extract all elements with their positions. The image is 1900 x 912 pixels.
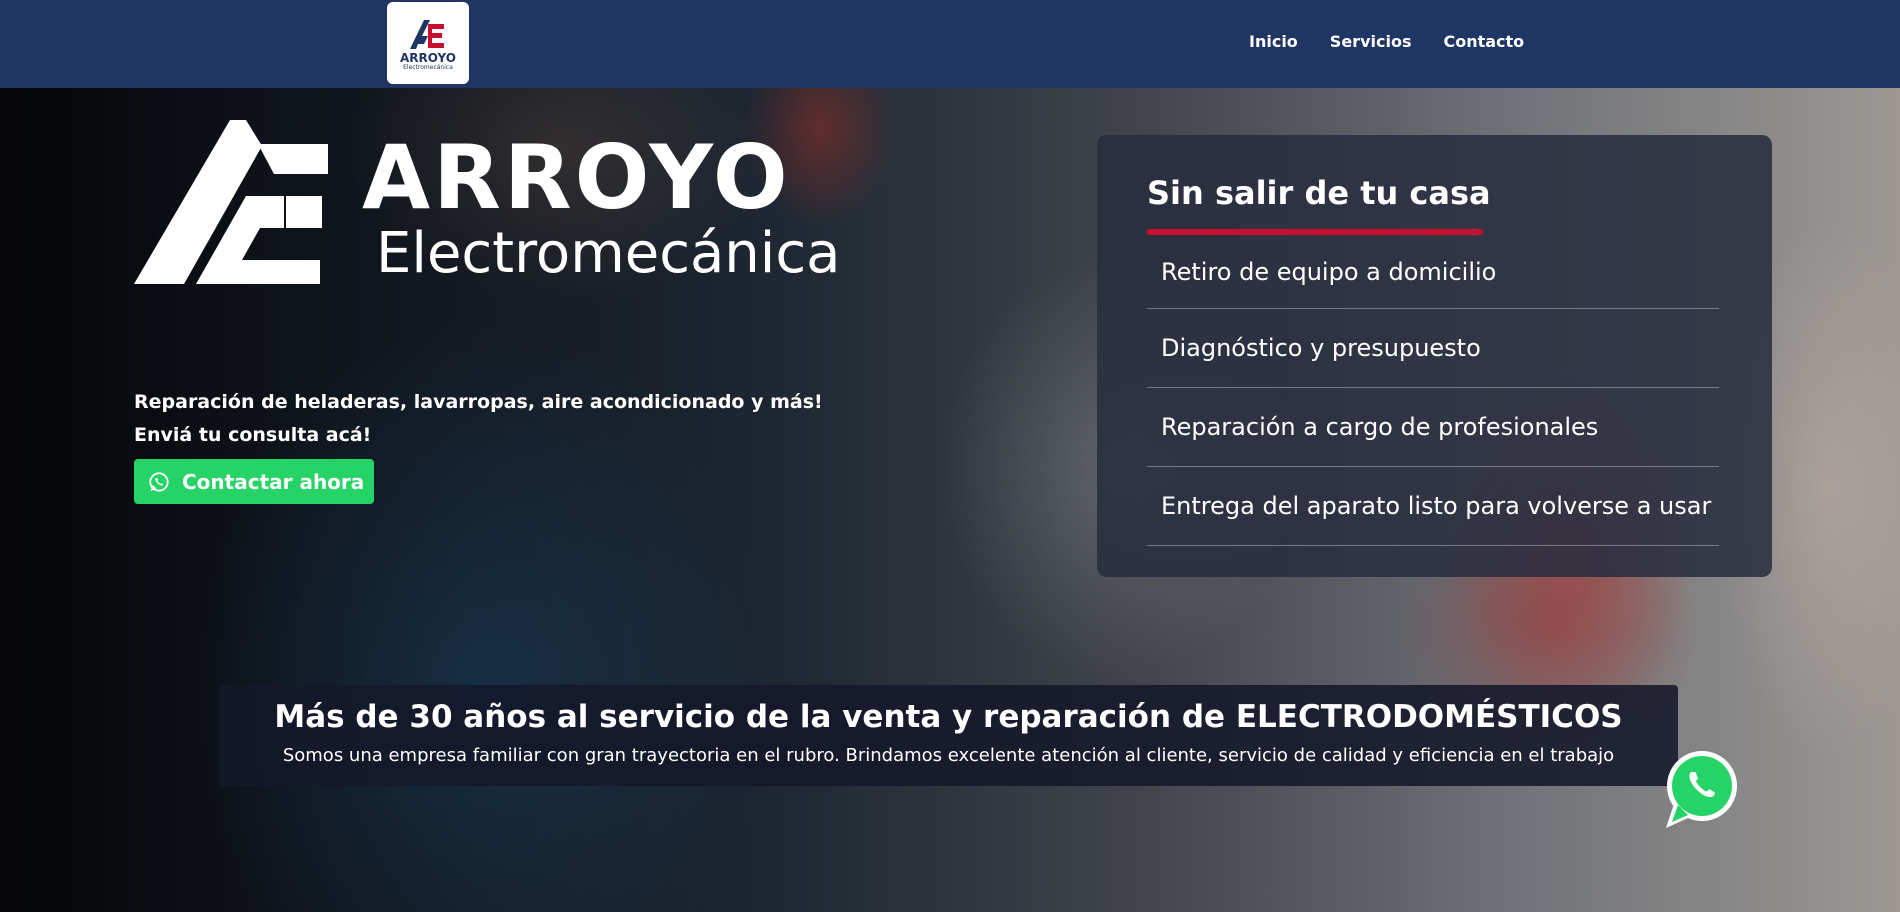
site-header: ARROYO Electromecánica Inicio Servicios … xyxy=(0,0,1900,88)
experience-banner: Más de 30 años al servicio de la venta y… xyxy=(219,685,1678,786)
list-item: Retiro de equipo a domicilio xyxy=(1147,235,1719,309)
nav-link-inicio[interactable]: Inicio xyxy=(1249,32,1298,51)
hero-logo-subtitle: Electromecánica xyxy=(376,221,841,286)
logo-mark-icon xyxy=(410,19,444,49)
contact-now-button[interactable]: Contactar ahora xyxy=(134,459,374,504)
nav-logo[interactable]: ARROYO Electromecánica xyxy=(387,2,469,84)
logo-mark-icon xyxy=(134,120,328,284)
nav-link-servicios[interactable]: Servicios xyxy=(1330,32,1412,51)
nav-logo-subtitle: Electromecánica xyxy=(403,63,453,71)
hero-logo-name: ARROYO xyxy=(362,126,791,229)
list-item: Diagnóstico y presupuesto xyxy=(1147,309,1719,388)
whatsapp-icon xyxy=(1666,751,1737,828)
contact-now-label: Contactar ahora xyxy=(182,469,365,494)
services-panel: Sin salir de tu casa Retiro de equipo a … xyxy=(1097,135,1772,577)
panel-list: Retiro de equipo a domicilio Diagnóstico… xyxy=(1147,235,1719,546)
banner-title: Más de 30 años al servicio de la venta y… xyxy=(274,699,1623,735)
list-item: Entrega del aparato listo para volverse … xyxy=(1147,467,1719,546)
whatsapp-float-button[interactable] xyxy=(1660,748,1742,830)
panel-title: Sin salir de tu casa xyxy=(1147,174,1491,212)
main-nav: Inicio Servicios Contacto xyxy=(1249,32,1524,51)
hero-tagline: Reparación de heladeras, lavarropas, air… xyxy=(134,386,834,452)
hero-tagline-line2: Enviá tu consulta acá! xyxy=(134,424,372,446)
whatsapp-icon xyxy=(149,471,169,492)
banner-subtitle: Somos una empresa familiar con gran tray… xyxy=(282,745,1615,766)
list-item: Reparación a cargo de profesionales xyxy=(1147,388,1719,467)
hero-tagline-line1: Reparación de heladeras, lavarropas, air… xyxy=(134,391,823,413)
hero-logo: ARROYO Electromecánica xyxy=(134,120,854,290)
nav-link-contacto[interactable]: Contacto xyxy=(1443,32,1524,51)
nav-logo-name: ARROYO xyxy=(399,50,456,65)
